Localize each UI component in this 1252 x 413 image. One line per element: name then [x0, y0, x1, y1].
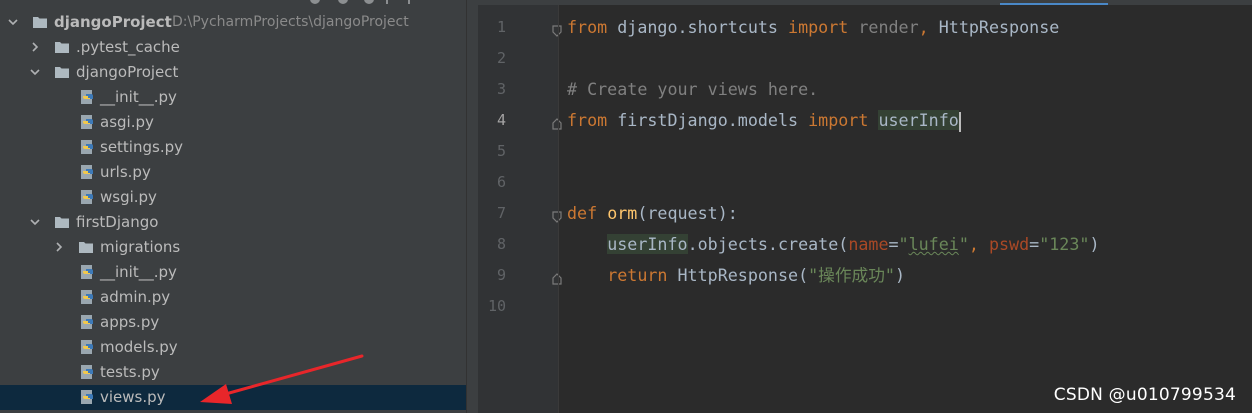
annotation-arrow — [200, 354, 364, 404]
ide-window: djangoProject D:\PycharmProjects\djangoPr… — [0, 0, 1252, 413]
watermark: CSDN @u010799534 — [1053, 385, 1236, 405]
